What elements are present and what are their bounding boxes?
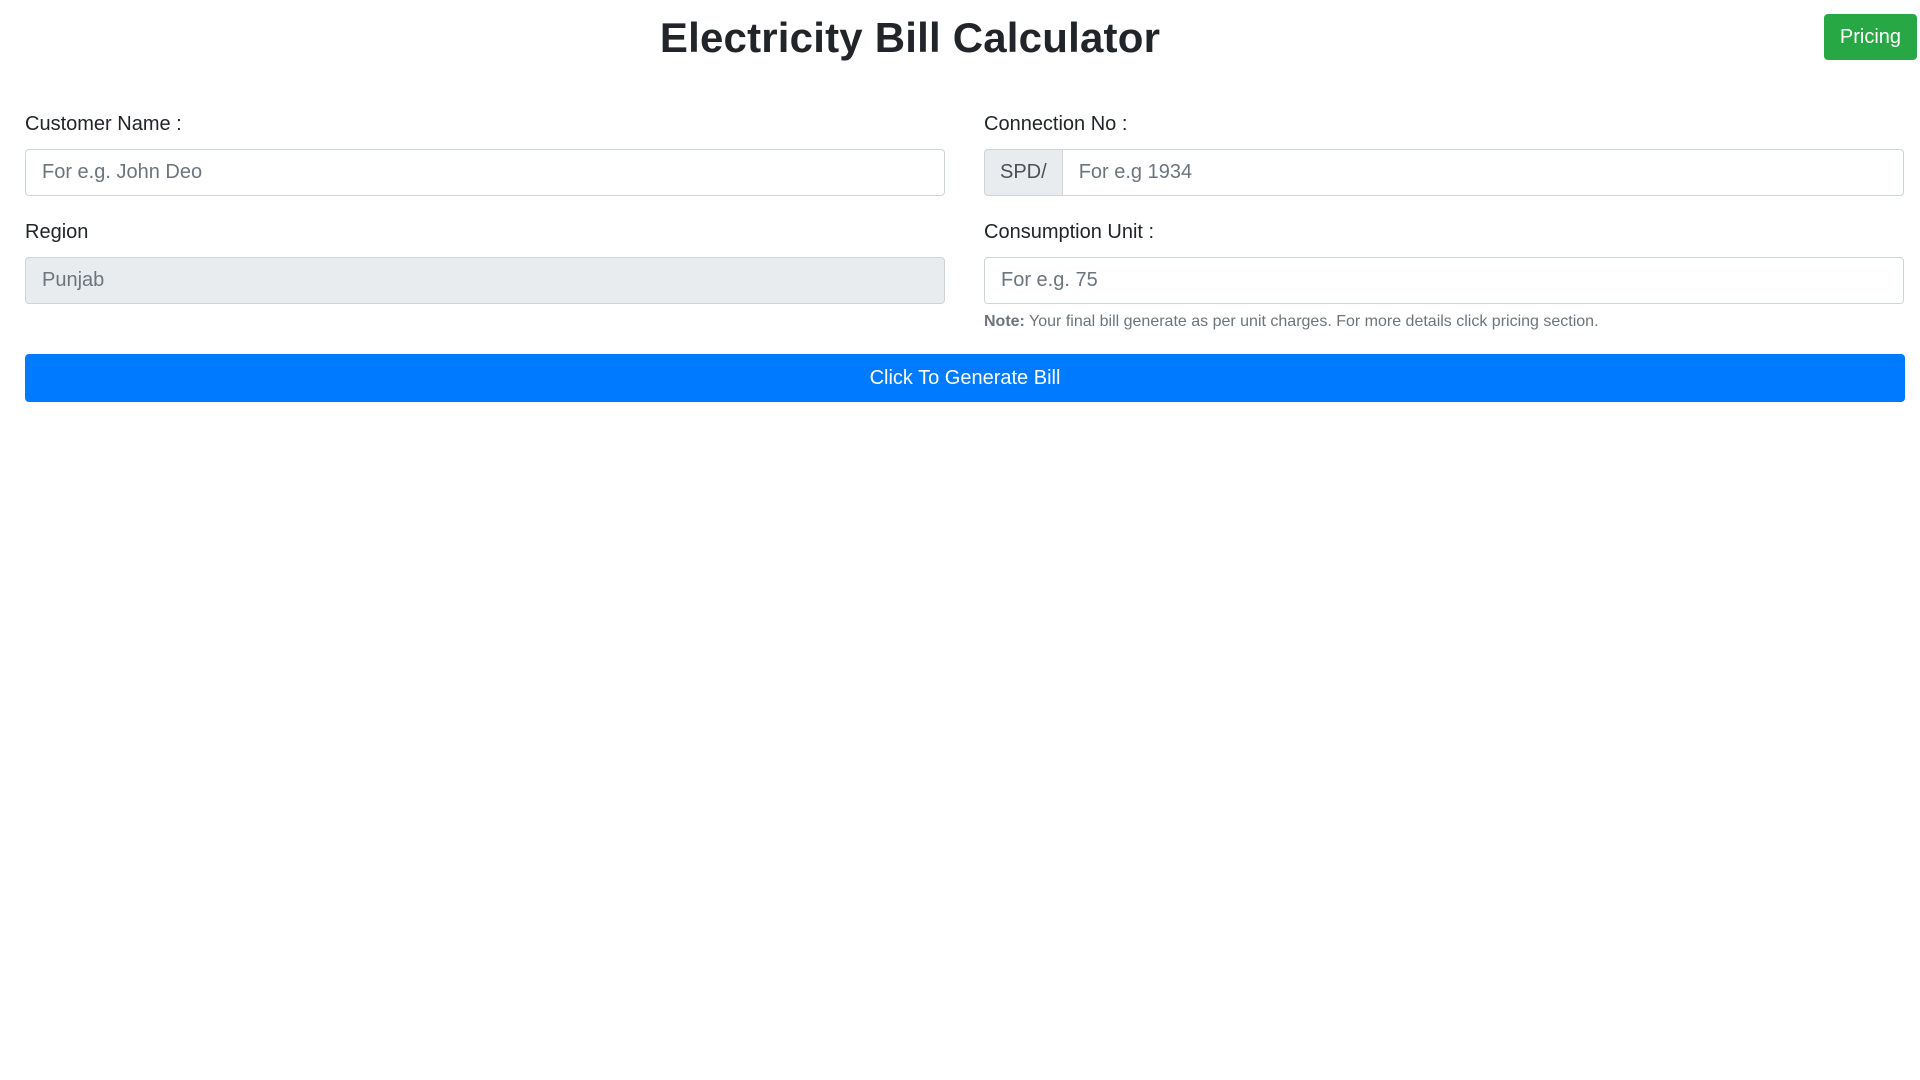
region-input [25,257,945,304]
customer-name-label: Customer Name : [25,113,182,135]
consumption-note: Note: Your final bill generate as per un… [984,313,1904,331]
region-label: Region [25,221,89,243]
consumption-unit-label: Consumption Unit : [984,221,1155,243]
page-title: Electricity Bill Calculator [659,14,1161,61]
page: Electricity Bill Calculator Pricing Cust… [0,0,1920,1080]
generate-bill-button[interactable]: Click To Generate Bill [25,354,1905,402]
connection-no-prefix: SPD/ [984,149,1062,196]
connection-no-field: Connection No : SPD/ [984,112,1904,196]
connection-no-group: SPD/ [984,149,1904,196]
pricing-button[interactable]: Pricing [1824,14,1917,60]
note-text: Your final bill generate as per unit cha… [1024,313,1599,330]
customer-name-field: Customer Name : [25,112,945,196]
note-bold: Note: [984,313,1025,330]
consumption-unit-input[interactable] [984,257,1904,304]
connection-no-label: Connection No : [984,113,1128,135]
connection-no-input[interactable] [1061,149,1904,196]
customer-name-input[interactable] [25,149,945,196]
consumption-unit-field: Consumption Unit : Note: Your final bill… [984,220,1904,331]
region-field: Region [25,220,945,304]
